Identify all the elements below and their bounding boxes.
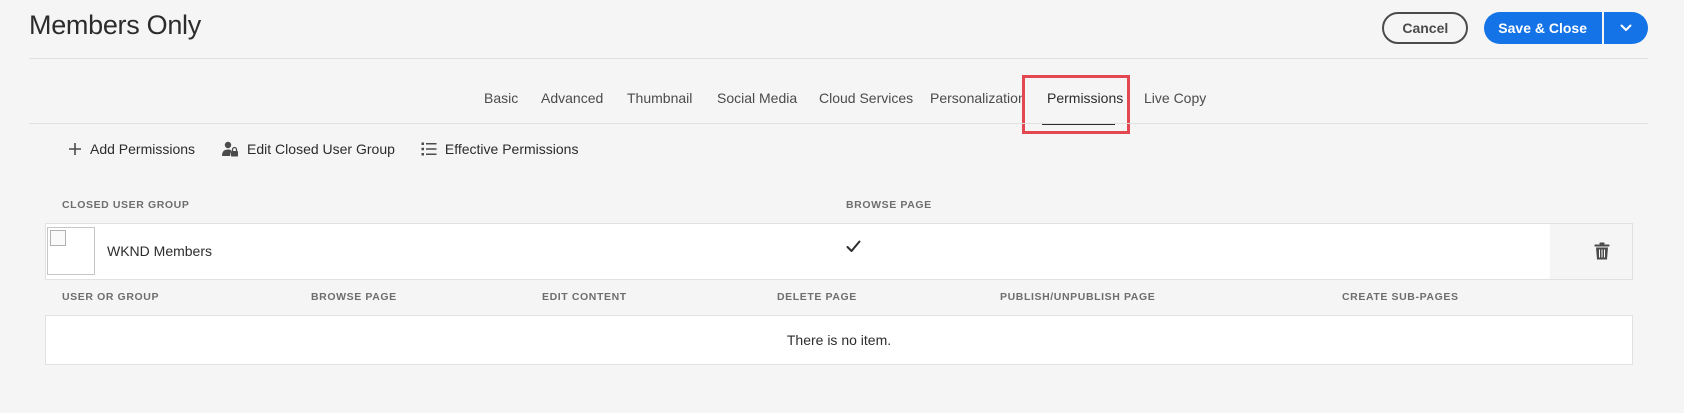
- save-options-button[interactable]: [1604, 12, 1648, 44]
- save-split-button: Save & Close: [1484, 12, 1648, 44]
- column-header-publish-unpublish: PUBLISH/UNPUBLISH PAGE: [1000, 291, 1156, 303]
- tabs-divider: [29, 123, 1648, 124]
- list-icon: [421, 142, 437, 156]
- effective-permissions-button[interactable]: Effective Permissions: [421, 141, 579, 157]
- add-permissions-label: Add Permissions: [90, 141, 196, 157]
- cug-row[interactable]: WKND Members: [45, 223, 1633, 280]
- tab-basic[interactable]: Basic: [484, 90, 518, 106]
- column-header-delete-page: DELETE PAGE: [777, 291, 857, 303]
- column-header-browse-page-perm: BROWSE PAGE: [311, 291, 397, 303]
- edit-cug-label: Edit Closed User Group: [247, 141, 395, 157]
- user-lock-icon: [222, 141, 239, 157]
- permissions-table-body: There is no item.: [45, 315, 1633, 365]
- plus-icon: [69, 143, 81, 155]
- column-header-create-sub-pages: CREATE SUB-PAGES: [1342, 291, 1459, 303]
- tab-thumbnail[interactable]: Thumbnail: [627, 90, 692, 106]
- effective-permissions-label: Effective Permissions: [444, 141, 579, 157]
- chevron-down-icon: [1620, 24, 1632, 31]
- column-header-edit-content: EDIT CONTENT: [542, 291, 627, 303]
- cancel-button[interactable]: Cancel: [1382, 12, 1469, 44]
- tab-cloud-services[interactable]: Cloud Services: [819, 90, 913, 106]
- column-header-browse-page: BROWSE PAGE: [846, 199, 932, 211]
- column-header-closed-user-group: CLOSED USER GROUP: [62, 199, 190, 211]
- tab-bar: Basic Advanced Thumbnail Social Media Cl…: [0, 58, 1684, 122]
- broken-image-icon: [50, 230, 66, 246]
- edit-cug-button[interactable]: Edit Closed User Group: [221, 140, 395, 158]
- tab-social-media[interactable]: Social Media: [717, 90, 797, 106]
- checkmark-icon: [846, 240, 861, 252]
- tab-live-copy[interactable]: Live Copy: [1144, 90, 1206, 106]
- tab-permissions[interactable]: Permissions: [1047, 90, 1123, 106]
- header-actions: Cancel Save & Close: [1382, 12, 1648, 44]
- tab-personalization[interactable]: Personalization: [930, 90, 1026, 106]
- trash-icon[interactable]: [1594, 242, 1610, 260]
- group-thumbnail: [47, 227, 95, 275]
- page-title: Members Only: [29, 10, 201, 40]
- empty-state-text: There is no item.: [786, 332, 892, 348]
- save-close-button[interactable]: Save & Close: [1484, 12, 1602, 44]
- add-permissions-button[interactable]: Add Permissions: [68, 141, 195, 157]
- column-header-user-or-group: USER OR GROUP: [62, 291, 160, 303]
- permissions-toolbar: Add Permissions Edit Closed User Group E…: [68, 138, 604, 160]
- tab-advanced[interactable]: Advanced: [541, 90, 603, 106]
- row-actions: [1550, 224, 1632, 279]
- cug-group-name: WKND Members: [107, 243, 213, 259]
